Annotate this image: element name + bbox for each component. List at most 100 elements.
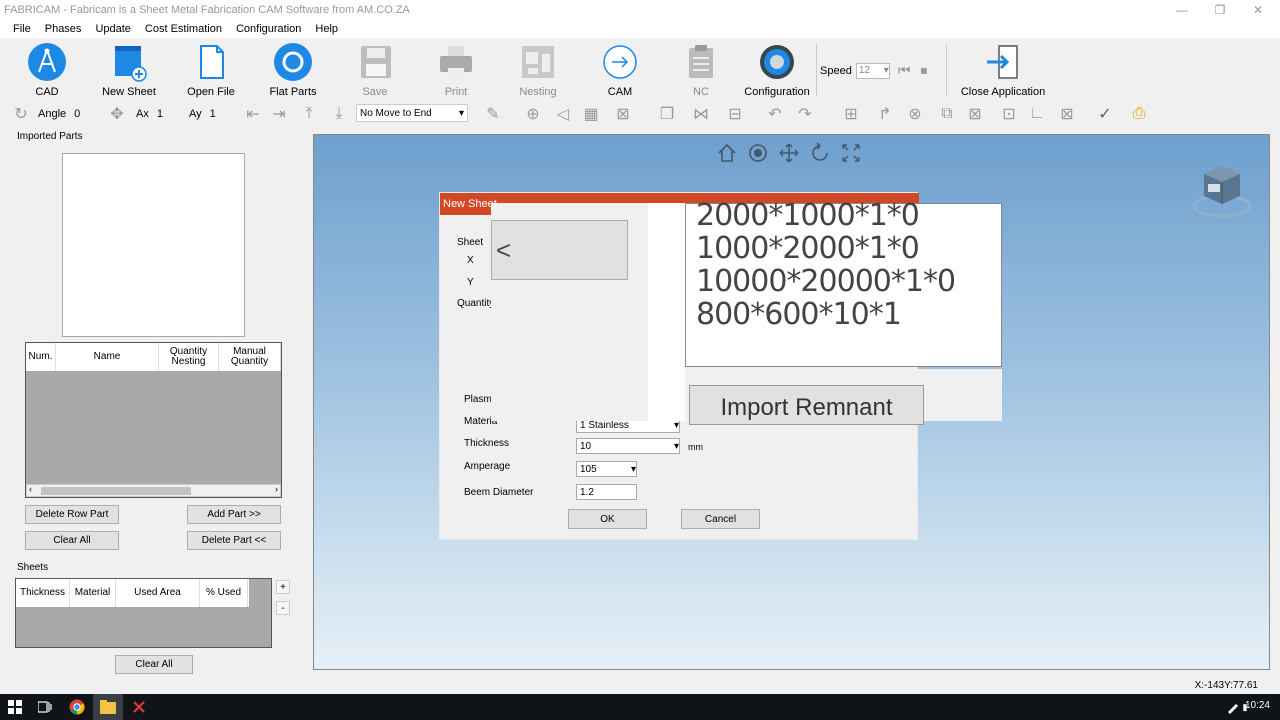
clear-all-parts-button[interactable]: Clear All xyxy=(25,531,119,550)
restore-button[interactable]: ❐ xyxy=(1200,0,1240,20)
minimize-button[interactable]: — xyxy=(1162,0,1202,20)
undo-icon[interactable]: ↶ xyxy=(764,104,786,124)
frame-icon[interactable]: ⊡ xyxy=(998,104,1020,124)
chevron-down-icon: ▾ xyxy=(458,107,464,119)
close-application-button[interactable]: Close Application xyxy=(961,42,1045,98)
angle-input[interactable]: 0 xyxy=(72,106,103,122)
ax-label: Ax xyxy=(136,108,149,120)
arrow-down-icon[interactable]: ⤓ xyxy=(328,104,350,124)
rotate-icon[interactable]: ↻ xyxy=(10,104,32,124)
corner-icon[interactable]: ∟ xyxy=(1026,104,1048,124)
beam-diameter-input[interactable]: 1.2 xyxy=(576,484,637,500)
file-explorer-icon[interactable] xyxy=(93,694,123,720)
imported-parts-label: Imported Parts xyxy=(17,131,83,142)
redo-icon[interactable]: ↷ xyxy=(794,104,816,124)
clear-all-sheets-button[interactable]: Clear All xyxy=(115,655,193,674)
ay-group: Ay 1 xyxy=(189,104,238,124)
open-file-button[interactable]: Open File xyxy=(176,42,246,98)
sheet-size-item[interactable]: 800*600*10*1 xyxy=(696,297,902,332)
configuration-button[interactable]: Configuration xyxy=(742,42,812,98)
cancel-button[interactable]: Cancel xyxy=(681,509,760,529)
line-check-icon[interactable]: ✓ xyxy=(1094,104,1116,124)
add-part-button[interactable]: Add Part >> xyxy=(187,505,281,524)
nc-button[interactable]: NC xyxy=(666,42,736,98)
split-icon[interactable]: ⊞ xyxy=(840,104,862,124)
stop-icon[interactable]: ⏹ xyxy=(920,62,927,79)
arrow-left-icon[interactable]: ⇤ xyxy=(242,104,264,124)
distribute-icon[interactable]: ⊟ xyxy=(724,104,746,124)
arrow-up-icon[interactable]: ⤒ xyxy=(298,104,320,124)
taskbar-clock: 10:24 xyxy=(1244,700,1270,711)
add-circle-icon[interactable]: ⊕ xyxy=(522,104,544,124)
reset-view-icon[interactable] xyxy=(808,141,832,165)
grid-icon[interactable]: ▦ xyxy=(580,104,602,124)
print-button[interactable]: Print xyxy=(421,42,491,98)
cad-button[interactable]: CAD xyxy=(12,42,82,98)
nc-cross-icon[interactable]: ⊠ xyxy=(612,104,634,124)
view-cube-icon[interactable] xyxy=(1186,160,1258,222)
sheets-table[interactable]: Thickness Material Used Area % Used xyxy=(15,578,272,648)
cam-label: CAM xyxy=(607,86,633,98)
save-button[interactable]: Save xyxy=(340,42,410,98)
triangle-icon[interactable]: ◁ xyxy=(552,104,574,124)
ax-input[interactable]: 1 xyxy=(154,106,185,122)
menu-phases[interactable]: Phases xyxy=(38,23,89,35)
menu-cost-estimation[interactable]: Cost Estimation xyxy=(138,23,229,35)
menu-file[interactable]: File xyxy=(6,23,38,35)
move-option-select[interactable]: No Move to End ▾ xyxy=(356,104,468,122)
chrome-icon[interactable] xyxy=(62,694,92,720)
parts-table-scrollbar[interactable]: ‹ › xyxy=(26,484,281,497)
ay-input[interactable]: 1 xyxy=(207,106,238,122)
delete-cross-icon[interactable]: ⊗ xyxy=(904,104,926,124)
print-label: Print xyxy=(444,86,468,98)
beam-diameter-value: 1.2 xyxy=(580,486,594,498)
close-window-button[interactable]: ✕ xyxy=(1238,0,1278,20)
import-remnant-button[interactable]: Import Remnant xyxy=(689,385,924,425)
add-sheet-button[interactable]: + xyxy=(276,580,290,594)
windows-start-icon[interactable] xyxy=(0,694,30,720)
scroll-left-icon[interactable]: ‹ xyxy=(29,484,32,494)
pan-icon[interactable] xyxy=(777,141,801,165)
arrow-right-circle-icon xyxy=(600,42,640,82)
sheet-size-list[interactable]: 2000*1000*1*0 1000*2000*1*0 10000*20000*… xyxy=(685,198,1002,367)
pen-icon[interactable]: ✎ xyxy=(482,104,504,124)
home-icon[interactable] xyxy=(715,141,739,165)
rotate-square-icon[interactable]: ↱ xyxy=(874,104,896,124)
menu-help[interactable]: Help xyxy=(308,23,345,35)
ok-button[interactable]: OK xyxy=(568,509,647,529)
menu-bar: File Phases Update Cost Estimation Confi… xyxy=(0,20,1280,38)
scroll-thumb[interactable] xyxy=(41,487,191,495)
copy-icon[interactable]: ❐ xyxy=(656,104,678,124)
menu-configuration[interactable]: Configuration xyxy=(229,23,308,35)
new-sheet-button[interactable]: New Sheet xyxy=(94,42,164,98)
clear-box-icon[interactable]: ⊠ xyxy=(1056,104,1078,124)
back-arrow-button[interactable]: < xyxy=(491,220,628,280)
cam-button[interactable]: CAM xyxy=(585,42,655,98)
delete-part-button[interactable]: Delete Part << xyxy=(187,531,281,550)
x-box-icon[interactable]: ⊠ xyxy=(964,104,986,124)
orbit-icon[interactable] xyxy=(746,141,770,165)
move-icon[interactable]: ✥ xyxy=(106,104,128,124)
menu-update[interactable]: Update xyxy=(88,23,137,35)
speed-select[interactable]: 12 ▾ xyxy=(855,62,890,79)
nesting-button[interactable]: Nesting xyxy=(503,42,573,98)
arrow-right-icon[interactable]: ⇥ xyxy=(268,104,290,124)
parts-table[interactable]: Num. Name Quantity Nesting Manual Quanti… xyxy=(25,342,282,498)
mirror-icon[interactable]: ⧉ xyxy=(936,104,958,124)
delete-row-part-button[interactable]: Delete Row Part xyxy=(25,505,119,524)
flat-parts-button[interactable]: Flat Parts xyxy=(258,42,328,98)
sheet-size-item[interactable]: 10000*20000*1*0 xyxy=(696,264,956,299)
remove-sheet-button[interactable]: - xyxy=(276,601,290,615)
skip-back-icon[interactable]: ⏮ xyxy=(898,62,911,79)
beam-diameter-label: Beem Diameter xyxy=(464,487,534,498)
help-print-icon[interactable]: ⎙ xyxy=(1128,104,1150,124)
align-icon[interactable]: ⋈ xyxy=(690,104,712,124)
thickness-select[interactable]: 10 ▾ xyxy=(576,438,680,454)
amperage-select[interactable]: 105 ▾ xyxy=(576,461,637,477)
fabricam-app-icon[interactable] xyxy=(124,694,154,720)
scroll-right-icon[interactable]: › xyxy=(275,484,278,494)
sheet-size-item[interactable]: 1000*2000*1*0 xyxy=(696,231,920,266)
sheet-size-item[interactable]: 2000*1000*1*0 xyxy=(696,198,920,233)
task-view-icon[interactable] xyxy=(30,694,60,720)
fit-view-icon[interactable] xyxy=(839,141,863,165)
